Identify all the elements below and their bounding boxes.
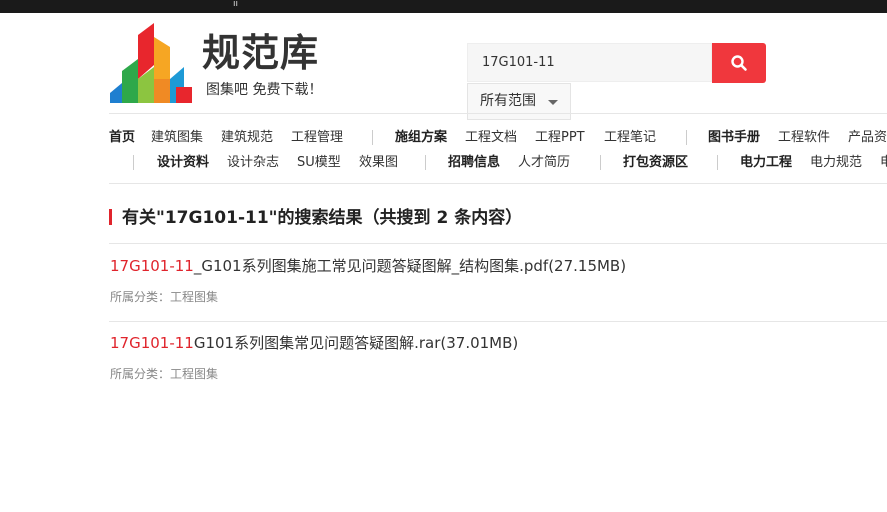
nav-item-engineering-notes[interactable]: 工程笔记 [604, 130, 656, 146]
nav-separator [600, 155, 601, 170]
nav-item-design-materials[interactable]: 设计资料 [157, 155, 209, 171]
nav-item-books-manuals[interactable]: 图书手册 [708, 130, 760, 146]
search-button[interactable] [712, 43, 766, 83]
nav-separator [133, 155, 134, 170]
result-link[interactable]: 17G101-11G101系列图集常见问题答疑图解.rar(37.01MB) [110, 334, 518, 352]
result-category: 所属分类：工程图集 [110, 367, 219, 381]
nav-item-product-resources[interactable]: 产品资 [848, 130, 887, 146]
search-input[interactable] [468, 44, 698, 81]
result-highlight: 17G101-11 [110, 257, 194, 275]
nav-separator [372, 130, 373, 145]
nav-item-su-models[interactable]: SU模型 [297, 155, 341, 171]
search-icon [731, 55, 747, 71]
chevron-down-icon [548, 100, 558, 105]
scope-label: 所有范围 [480, 93, 536, 109]
nav-item-bundle-resources[interactable]: 打包资源区 [623, 155, 688, 171]
divider-result-row [109, 321, 887, 322]
nav-separator [425, 155, 426, 170]
logo-slogan: 图集吧 免费下载！ [206, 82, 323, 98]
nav-item-home[interactable]: 首页 [109, 130, 135, 146]
logo-title: 规范库 [202, 31, 320, 75]
nav-item-renderings[interactable]: 效果图 [359, 155, 398, 171]
top-bar-mark: ıı [233, 0, 239, 9]
divider-top [109, 113, 887, 114]
nav-item-design-magazines[interactable]: 设计杂志 [227, 155, 279, 171]
nav-item-engineering-docs[interactable]: 工程文档 [465, 130, 517, 146]
result-title-text: G101系列图集常见问题答疑图解.rar(37.01MB) [193, 334, 519, 352]
nav-separator [686, 130, 687, 145]
nav-item-power-engineering[interactable]: 电力工程 [740, 155, 792, 171]
search-scope-dropdown[interactable]: 所有范围 [467, 83, 571, 120]
result-highlight: 17G101-11 [110, 334, 194, 352]
nav-item-building-atlas[interactable]: 建筑图集 [151, 130, 203, 146]
divider-nav [109, 183, 887, 184]
result-category: 所属分类：工程图集 [110, 290, 219, 304]
nav-item-power-codes[interactable]: 电力规范 [810, 155, 862, 171]
logo-graphic [110, 23, 192, 103]
heading-accent-bar [109, 209, 112, 225]
nav-item-engineering-software[interactable]: 工程软件 [778, 130, 830, 146]
search-box [467, 43, 712, 82]
nav-item-power-more[interactable]: 电 [880, 155, 887, 171]
nav-item-recruitment[interactable]: 招聘信息 [448, 155, 500, 171]
nav-item-project-management[interactable]: 工程管理 [291, 130, 343, 146]
nav-item-building-codes[interactable]: 建筑规范 [221, 130, 273, 146]
site-logo[interactable]: 规范库 图集吧 免费下载！ [110, 23, 340, 105]
nav-item-resumes[interactable]: 人才简历 [518, 155, 570, 171]
nav-item-engineering-ppt[interactable]: 工程PPT [535, 130, 585, 146]
divider-results [109, 243, 887, 244]
nav-separator [717, 155, 718, 170]
nav-item-construction-plans[interactable]: 施组方案 [395, 130, 447, 146]
result-link[interactable]: 17G101-11_G101系列图集施工常见问题答疑图解_结构图集.pdf(27… [110, 257, 626, 275]
results-heading-text: 有关"17G101-11"的搜索结果（共搜到 2 条内容） [122, 208, 523, 228]
result-title-text: _G101系列图集施工常见问题答疑图解_结构图集.pdf(27.15MB) [193, 257, 627, 275]
browser-top-bar: ıı [0, 0, 887, 13]
